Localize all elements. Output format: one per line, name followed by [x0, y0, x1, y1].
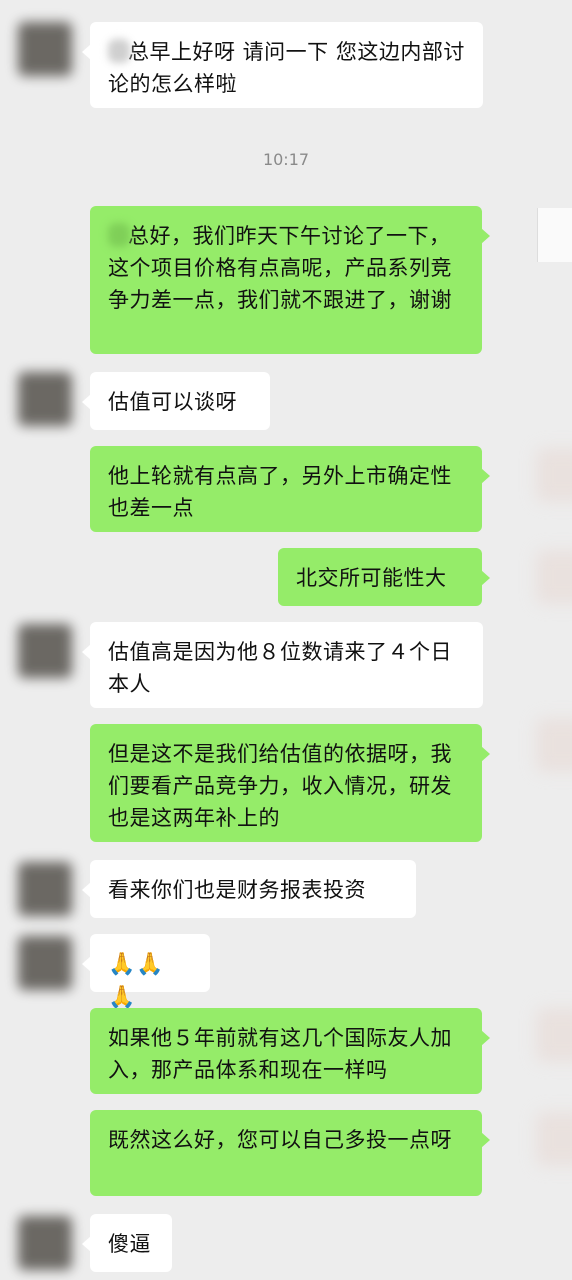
message-text: 但是这不是我们给估值的依据呀，我们要看产品竞争力，收入情况，研发也是这两年补上的 — [108, 742, 452, 830]
contact-avatar[interactable] — [18, 862, 72, 916]
contact-avatar[interactable] — [18, 936, 72, 990]
outgoing-message-bubble[interactable]: 但是这不是我们给估值的依据呀，我们要看产品竞争力，收入情况，研发也是这两年补上的 — [90, 724, 490, 842]
self-avatar[interactable] — [537, 208, 572, 262]
outgoing-message-bubble[interactable]: 总好，我们昨天下午讨论了一下，这个项目价格有点高呢，产品系列竞争力差一点，我们就… — [90, 206, 490, 354]
self-avatar[interactable] — [536, 550, 572, 604]
message-text: 如果他５年前就有这几个国际友人加入，那产品体系和现在一样吗 — [108, 1026, 452, 1082]
message-text: 估值可以谈呀 — [108, 390, 237, 414]
redacted-name — [108, 223, 130, 247]
self-avatar[interactable] — [536, 1112, 572, 1166]
incoming-message-bubble[interactable]: 看来你们也是财务报表投资 — [82, 860, 416, 918]
outgoing-message-bubble[interactable]: 北交所可能性大 — [278, 548, 490, 606]
contact-avatar[interactable] — [18, 22, 72, 76]
self-avatar[interactable] — [536, 448, 572, 502]
message-text: 傻逼 — [108, 1232, 151, 1256]
contact-avatar[interactable] — [18, 372, 72, 426]
message-timestamp: 10:17 — [262, 150, 310, 169]
pray-emoji-icon: 🙏🙏🙏 — [108, 952, 165, 1010]
outgoing-message-bubble[interactable]: 他上轮就有点高了，另外上市确定性也差一点 — [90, 446, 490, 532]
message-text: 他上轮就有点高了，另外上市确定性也差一点 — [108, 464, 452, 520]
incoming-message-bubble[interactable]: 估值高是因为他８位数请来了４个日本人 — [82, 622, 483, 708]
incoming-message-bubble[interactable]: 🙏🙏🙏 — [82, 934, 210, 1010]
outgoing-message-bubble[interactable]: 既然这么好，您可以自己多投一点呀 — [90, 1110, 490, 1196]
self-avatar[interactable] — [536, 718, 572, 772]
contact-avatar[interactable] — [18, 624, 72, 678]
message-text: 总好，我们昨天下午讨论了一下，这个项目价格有点高呢，产品系列竞争力差一点，我们就… — [108, 224, 452, 312]
contact-avatar[interactable] — [18, 1216, 72, 1270]
message-text: 估值高是因为他８位数请来了４个日本人 — [108, 640, 452, 696]
incoming-message-bubble[interactable]: 傻逼 — [82, 1214, 172, 1272]
message-text: 总早上好呀 请问一下 您这边内部讨论的怎么样啦 — [108, 40, 465, 96]
message-text: 看来你们也是财务报表投资 — [108, 878, 366, 902]
message-text: 既然这么好，您可以自己多投一点呀 — [108, 1128, 452, 1152]
message-text: 北交所可能性大 — [296, 566, 447, 590]
self-avatar[interactable] — [536, 1008, 572, 1062]
outgoing-message-bubble[interactable]: 如果他５年前就有这几个国际友人加入，那产品体系和现在一样吗 — [90, 1008, 490, 1094]
incoming-message-bubble[interactable]: 估值可以谈呀 — [82, 372, 270, 430]
redacted-name — [108, 39, 130, 63]
incoming-message-bubble[interactable]: 总早上好呀 请问一下 您这边内部讨论的怎么样啦 — [82, 22, 483, 108]
